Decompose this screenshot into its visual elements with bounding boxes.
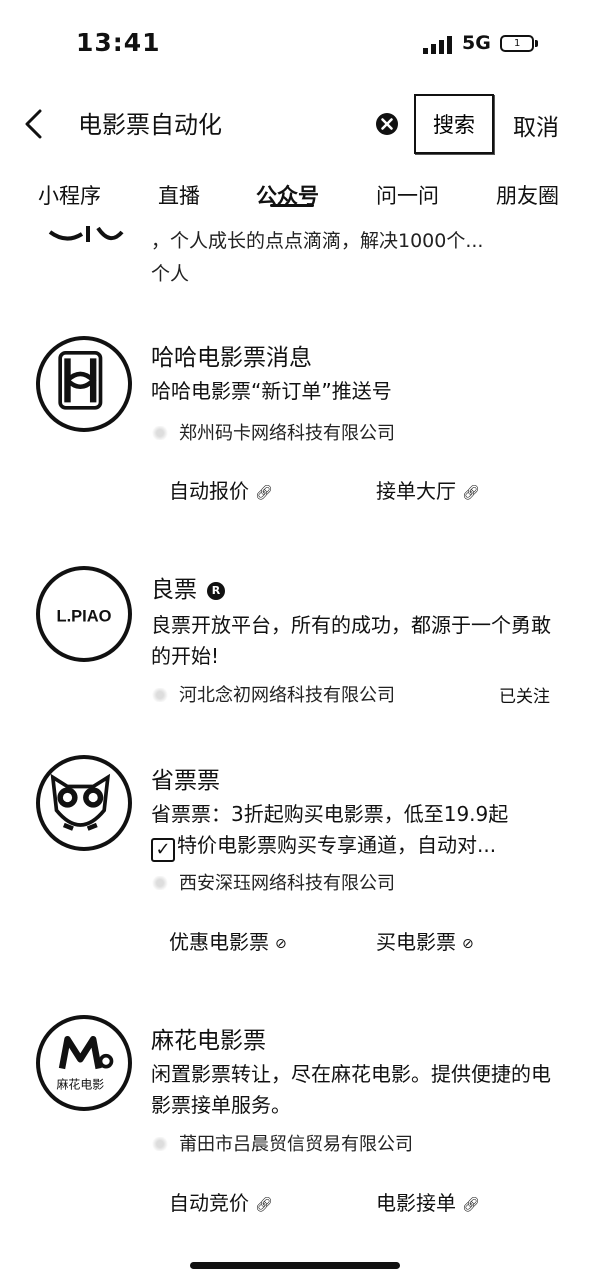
- account-logo: 麻花电影: [36, 1015, 132, 1111]
- owner-name: 莆田市吕晨贸信贸易有限公司: [179, 1134, 413, 1155]
- active-tab-indicator: [270, 204, 314, 207]
- link-icon: 🔗︎: [462, 485, 480, 501]
- home-indicator[interactable]: [190, 1262, 400, 1269]
- logo-text: L.PIAO: [56, 607, 111, 625]
- account-description-line-1: 省票票：3折起购买电影票，低至19.9起: [151, 802, 509, 826]
- account-name: 麻花电影票: [151, 1028, 266, 1054]
- verified-icon: R: [207, 582, 225, 600]
- account-name: 良票 R: [151, 570, 225, 604]
- partial-result-logo: [48, 226, 124, 242]
- owl-logo-icon: [50, 773, 111, 831]
- partial-result-description: ，个人成长的点点滴滴，解决1000个...: [151, 230, 484, 252]
- owner-icon: [151, 426, 169, 440]
- logo-text: 麻花电影: [57, 1078, 105, 1092]
- search-button[interactable]: 搜索: [414, 94, 494, 154]
- partial-result-owner: 个人: [151, 263, 190, 285]
- tab-moments[interactable]: 朋友圈: [496, 178, 559, 214]
- description-text: 特价电影票购买专享通道，自动对...: [177, 833, 497, 857]
- account-description-line-2: ✓ 特价电影票购买专享通道，自动对...: [151, 830, 571, 862]
- clear-icon[interactable]: [375, 112, 399, 136]
- menu-link-label: 电影接单: [376, 1191, 456, 1215]
- tab-live[interactable]: 直播: [158, 178, 200, 214]
- menu-link-label: 自动竞价: [169, 1191, 249, 1215]
- status-time: 13:41: [76, 28, 161, 57]
- owner-icon: [151, 1137, 169, 1151]
- account-name: 哈哈电影票消息: [151, 345, 312, 371]
- menu-link-label: 自动报价: [169, 479, 249, 503]
- check-icon: ✓: [151, 838, 175, 862]
- account-logo: [36, 755, 132, 851]
- account-description: 哈哈电影票“新订单”推送号: [151, 379, 392, 403]
- search-input[interactable]: [78, 106, 368, 144]
- battery-icon: 1: [500, 35, 534, 52]
- haha-logo-icon: [58, 351, 103, 410]
- tab-ask[interactable]: 问一问: [376, 178, 439, 214]
- signal-icon: [423, 36, 452, 54]
- account-owner: 西安深珏网络科技有限公司: [151, 869, 395, 895]
- owner-icon: [151, 876, 169, 890]
- menu-link-label: 买电影票: [376, 930, 456, 954]
- menu-link-auto-quote[interactable]: 自动报价 🔗︎: [169, 475, 273, 504]
- menu-link-buy-tickets[interactable]: 买电影票 ⊘: [376, 926, 474, 955]
- cancel-button[interactable]: 取消: [513, 108, 559, 142]
- account-description: 良票开放平台，所有的成功，都源于一个勇敢的开始!: [151, 613, 551, 668]
- account-logo: [36, 336, 132, 432]
- battery-cap: [535, 40, 538, 47]
- owner-icon: [151, 688, 169, 702]
- menu-link-discount-tickets[interactable]: 优惠电影票 ⊘: [169, 926, 287, 955]
- owner-name: 郑州码卡网络科技有限公司: [179, 423, 395, 444]
- menu-link-label: 优惠电影票: [169, 930, 269, 954]
- owner-name: 河北念初网络科技有限公司: [179, 685, 395, 706]
- link-icon: ⊘: [275, 936, 287, 952]
- menu-link-movie-orders[interactable]: 电影接单 🔗︎: [376, 1187, 480, 1216]
- menu-link-auto-bid[interactable]: 自动竞价 🔗︎: [169, 1187, 273, 1216]
- tab-official-account[interactable]: 公众号: [256, 178, 319, 214]
- link-icon: ⊘: [462, 936, 474, 952]
- link-icon: 🔗︎: [462, 1197, 480, 1213]
- mahua-logo-icon: 麻花电影: [57, 1035, 114, 1092]
- network-type: 5G: [462, 32, 491, 54]
- account-logo: L.PIAO: [36, 566, 132, 662]
- link-icon: 🔗︎: [255, 1197, 273, 1213]
- menu-link-order-hall[interactable]: 接单大厅 🔗︎: [376, 475, 480, 504]
- account-name-text: 良票: [151, 577, 197, 603]
- follow-status: 已关注: [499, 687, 550, 707]
- battery-level: 1: [514, 38, 521, 49]
- account-name: 省票票: [151, 768, 220, 794]
- account-owner: 莆田市吕晨贸信贸易有限公司: [151, 1130, 413, 1156]
- account-description: 闲置影票转让，尽在麻花电影。提供便捷的电影票接单服务。: [151, 1062, 551, 1117]
- owner-name: 西安深珏网络科技有限公司: [179, 873, 395, 894]
- back-icon[interactable]: [22, 108, 46, 140]
- status-bar: 13:41 5G 1: [0, 0, 590, 90]
- menu-link-label: 接单大厅: [376, 479, 456, 503]
- lpiao-logo-icon: L.PIAO: [56, 607, 111, 625]
- account-owner: 郑州码卡网络科技有限公司: [151, 419, 395, 445]
- link-icon: 🔗︎: [255, 485, 273, 501]
- account-owner: 河北念初网络科技有限公司: [151, 681, 395, 707]
